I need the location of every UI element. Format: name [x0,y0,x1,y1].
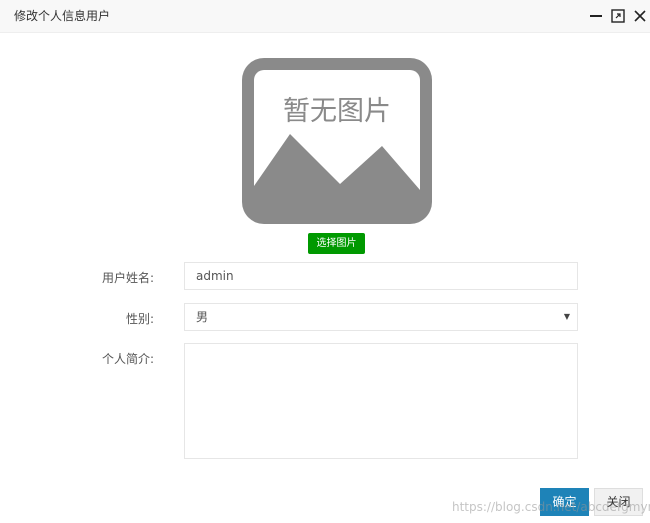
close-icon[interactable] [632,8,648,24]
dropdown-arrow-icon: ▼ [563,312,570,321]
minimize-icon[interactable] [588,8,604,24]
close-button[interactable]: 关闭 [594,488,643,516]
edit-user-dialog: 修改个人信息用户 暂无图片 选择图片 用户姓名: admin 性别: 男 ▼ 个… [0,0,650,523]
dialog-title: 修改个人信息用户 [14,9,111,23]
image-placeholder-icon [242,58,432,224]
title-bar: 修改个人信息用户 [0,0,650,33]
gender-selected-value: 男 [196,310,209,324]
bio-textarea[interactable] [184,343,578,459]
gender-label: 性别: [125,312,154,326]
maximize-icon[interactable] [610,8,626,24]
choose-image-button[interactable]: 选择图片 [308,233,365,254]
bio-label: 个人简介: [101,352,154,366]
gender-select[interactable]: 男 ▼ [184,303,578,331]
username-input[interactable]: admin [184,262,578,290]
confirm-button[interactable]: 确定 [540,488,589,516]
username-label: 用户姓名: [101,271,154,285]
no-image-text: 暂无图片 [283,96,391,127]
avatar-preview: 暂无图片 [242,58,432,224]
